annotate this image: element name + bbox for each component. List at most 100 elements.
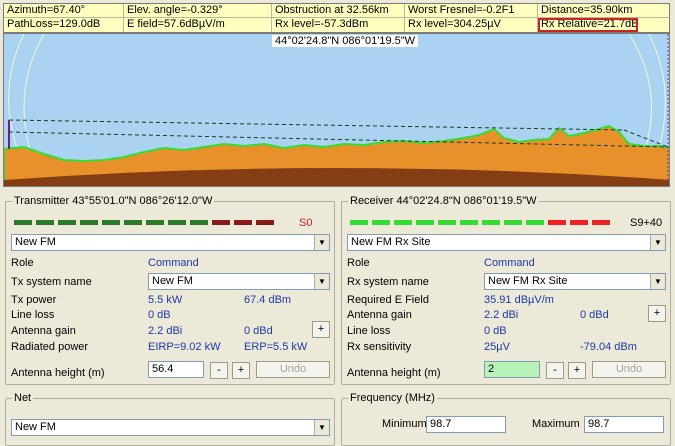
tx-antenna-height-minus-button[interactable]: - — [210, 362, 228, 379]
rx-sensitivity-label: Rx sensitivity — [347, 341, 412, 353]
rx-level-uv-readout: Rx level=304.25µV — [405, 18, 538, 32]
meter-segment — [80, 220, 98, 225]
tx-role-value[interactable]: Command — [148, 257, 199, 270]
rx-antenna-height-input[interactable]: 2 — [484, 361, 540, 378]
tx-undo-button[interactable]: Undo — [256, 361, 330, 378]
meter-segment — [124, 220, 142, 225]
receiver-meter-value: S9+40 — [630, 217, 663, 229]
tx-power-dbm-value: 67.4 dBm — [244, 294, 292, 306]
tx-power-label: Tx power — [11, 294, 57, 306]
path-loss-readout: PathLoss=129.0dB — [4, 18, 124, 32]
rx-system-name-label: Rx system name — [347, 276, 429, 288]
transmitter-title: Transmitter 43°55'01.0"N 086°26'12.0"W — [12, 195, 215, 208]
tx-radiated-power-label: Radiated power — [11, 341, 89, 353]
tx-system-name-label: Tx system name — [11, 276, 92, 288]
rx-required-field-label: Required E Field — [347, 294, 429, 306]
tx-line-loss-value: 0 dB — [148, 309, 171, 321]
meter-segment — [460, 220, 478, 225]
tx-antenna-gain-plus-button[interactable]: + — [312, 321, 330, 338]
meter-segment — [190, 220, 208, 225]
rx-antenna-gain-dbd-value: 0 dBd — [580, 309, 609, 321]
rx-undo-button[interactable]: Undo — [592, 361, 666, 378]
chevron-down-icon: ▼ — [314, 274, 329, 289]
meter-segment — [482, 220, 500, 225]
meter-segment — [58, 220, 76, 225]
rx-role-value[interactable]: Command — [484, 257, 535, 270]
net-title: Net — [12, 392, 34, 405]
rx-system-name-select[interactable]: New FM Rx Site ▼ — [484, 273, 666, 290]
frequency-title: Frequency (MHz) — [348, 392, 437, 405]
tx-line-loss-label: Line loss — [11, 309, 55, 321]
transmitter-meter-value: S0 — [299, 217, 313, 229]
meter-segment — [372, 220, 390, 225]
meter-segment — [592, 220, 610, 225]
meter-segment — [504, 220, 522, 225]
meter-segment — [36, 220, 54, 225]
frequency-min-input[interactable]: 98.7 — [426, 416, 506, 433]
rx-antenna-gain-label: Antenna gain — [347, 309, 412, 321]
meter-segment — [526, 220, 544, 225]
rx-line-loss-label: Line loss — [347, 325, 391, 337]
rx-antenna-gain-dbi-value: 2.2 dBi — [484, 309, 519, 321]
chevron-down-icon: ▼ — [650, 274, 665, 289]
frequency-max-input[interactable]: 98.7 — [584, 416, 664, 433]
meter-segment — [234, 220, 252, 225]
rx-sensitivity-dbm-value: -79.04 dBm — [580, 341, 637, 353]
info-panel: Azimuth=67.40° Elev. angle=-0.329° Obstr… — [3, 3, 670, 33]
obstruction-readout: Obstruction at 32.56km — [272, 4, 405, 18]
rx-antenna-height-label: Antenna height (m) — [347, 367, 441, 379]
tx-system-name-value: New FM — [152, 275, 193, 287]
meter-segment — [438, 220, 456, 225]
meter-segment — [102, 220, 120, 225]
tx-role-label: Role — [11, 257, 34, 269]
transmitter-signal-meter — [14, 220, 274, 225]
tx-eirp-value: EIRP=9.02 kW — [148, 341, 221, 353]
tx-antenna-gain-dbi-value: 2.2 dBi — [148, 325, 183, 337]
tx-antenna-gain-dbd-value: 0 dBd — [244, 325, 273, 337]
tx-erp-value: ERP=5.5 kW — [244, 341, 308, 353]
meter-segment — [394, 220, 412, 225]
transmitter-group: Transmitter 43°55'01.0"N 086°26'12.0"W S… — [5, 195, 335, 385]
cursor-coordinate-label: 44°02'24.8"N 086°01'19.5"W — [272, 35, 419, 47]
rx-sensitivity-uv-value: 25µV — [484, 341, 510, 353]
rx-antenna-gain-plus-button[interactable]: + — [648, 305, 666, 322]
worst-fresnel-readout: Worst Fresnel=-0.2F1 — [405, 4, 538, 18]
tx-antenna-height-plus-button[interactable]: + — [232, 362, 250, 379]
chevron-down-icon: ▼ — [314, 235, 329, 250]
meter-segment — [146, 220, 164, 225]
frequency-min-label: Minimum — [382, 418, 427, 430]
tx-antenna-gain-label: Antenna gain — [11, 325, 76, 337]
tx-power-kw-value: 5.5 kW — [148, 294, 183, 306]
rx-level-dbm-readout: Rx level=-57.3dBm — [272, 18, 405, 32]
terrain-profile-view[interactable]: 44°02'24.8"N 086°01'19.5"W — [3, 33, 670, 187]
e-field-readout: E field=57.6dBµV/m — [124, 18, 272, 32]
meter-segment — [168, 220, 186, 225]
meter-segment — [350, 220, 368, 225]
chevron-down-icon: ▼ — [650, 235, 665, 250]
meter-segment — [548, 220, 566, 225]
receiver-system-select-value: New FM Rx Site — [351, 236, 431, 248]
net-select-value: New FM — [15, 421, 56, 433]
distance-readout: Distance=35.90km — [538, 4, 669, 18]
chevron-down-icon: ▼ — [314, 420, 329, 435]
rx-role-label: Role — [347, 257, 370, 269]
net-select[interactable]: New FM ▼ — [11, 419, 330, 436]
receiver-signal-meter — [350, 220, 610, 225]
receiver-system-select[interactable]: New FM Rx Site ▼ — [347, 234, 666, 251]
rx-system-name-value: New FM Rx Site — [488, 275, 568, 287]
tx-system-name-select[interactable]: New FM ▼ — [148, 273, 330, 290]
tx-antenna-height-input[interactable]: 56.4 — [148, 361, 204, 378]
tx-antenna-height-label: Antenna height (m) — [11, 367, 105, 379]
meter-segment — [212, 220, 230, 225]
frequency-max-label: Maximum — [532, 418, 580, 430]
receiver-title: Receiver 44°02'24.8"N 086°01'19.5"W — [348, 195, 539, 208]
rx-antenna-height-minus-button[interactable]: - — [546, 362, 564, 379]
rx-relative-readout: Rx Relative=21.7dB — [538, 18, 638, 32]
terrain-profile-graphic — [4, 34, 669, 186]
transmitter-system-select-value: New FM — [15, 236, 56, 248]
meter-segment — [570, 220, 588, 225]
meter-segment — [14, 220, 32, 225]
rx-antenna-height-plus-button[interactable]: + — [568, 362, 586, 379]
transmitter-system-select[interactable]: New FM ▼ — [11, 234, 330, 251]
elevation-angle-readout: Elev. angle=-0.329° — [124, 4, 272, 18]
